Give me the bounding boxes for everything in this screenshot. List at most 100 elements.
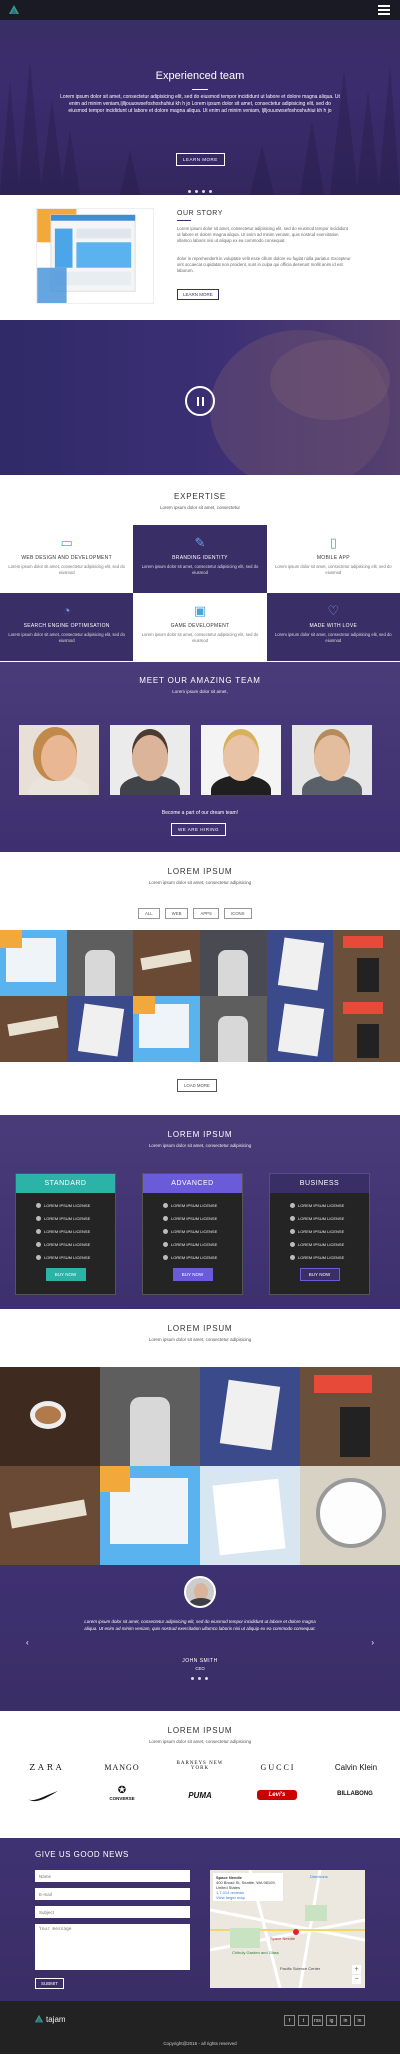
email-field[interactable]: [35, 1888, 190, 1900]
team-section: MEET OUR AMAZING TEAM Lorem ipsum dolor …: [0, 662, 400, 852]
portfolio-tile[interactable]: [266, 930, 334, 996]
team-member-photo[interactable]: [201, 725, 281, 795]
slider-dot[interactable]: [195, 190, 198, 193]
portfolio-tile[interactable]: [199, 996, 267, 1062]
converse-star-icon: ✪: [117, 1785, 127, 1796]
chevron-right-icon[interactable]: ›: [371, 1638, 374, 1647]
brand-logo-barneys: BARNEYS NEW YORK: [176, 1761, 224, 1771]
portfolio-filters: ALL WEB APPS ICONS: [138, 908, 252, 919]
gallery-tile[interactable]: [300, 1367, 400, 1466]
gallery-tile[interactable]: [0, 1367, 100, 1466]
gallery-section: LOREM IPSUM Lorem ipsum dolor sit amet, …: [0, 1309, 400, 1565]
directions-link[interactable]: Directions: [310, 1874, 328, 1879]
message-field[interactable]: [35, 1924, 190, 1970]
portfolio-tile[interactable]: [133, 930, 200, 996]
slider-dot[interactable]: [202, 190, 205, 193]
brand-logo-billabong: BILLABONG: [337, 1791, 373, 1797]
brands-title: LOREM IPSUM: [167, 1726, 233, 1735]
video-section: [0, 320, 400, 475]
gallery-subtitle: Lorem ipsum dolor sit amet, consectetur …: [148, 1337, 252, 1342]
check-icon: [290, 1229, 295, 1234]
expertise-card-title: BRANDING IDENTITY: [172, 555, 228, 561]
filter-icons[interactable]: ICONS: [223, 908, 252, 919]
team-member-photo[interactable]: [110, 725, 190, 795]
portfolio-grid: [0, 930, 400, 1062]
gallery-tile[interactable]: [200, 1367, 300, 1466]
portfolio-tile[interactable]: [266, 996, 334, 1062]
pricing-title: LOREM IPSUM: [167, 1130, 233, 1139]
brand-logo-puma: PUMA: [188, 1791, 212, 1800]
menu-icon[interactable]: [378, 5, 390, 15]
brand-logo-gucci: GUCCI: [260, 1763, 296, 1772]
instagram-icon[interactable]: ig: [326, 2015, 337, 2026]
pricing-section: LOREM IPSUM Lorem ipsum dolor sit amet, …: [0, 1115, 400, 1309]
portfolio-tile[interactable]: [66, 996, 134, 1062]
team-member-photo[interactable]: [19, 725, 99, 795]
name-field[interactable]: [35, 1870, 190, 1882]
load-more-button[interactable]: LOAD MORE: [177, 1079, 217, 1092]
buy-now-button[interactable]: BUY NOW: [299, 1268, 340, 1281]
story-learn-more-button[interactable]: LEARN MORE: [177, 289, 219, 300]
phone-icon: ▯: [329, 535, 337, 550]
facebook-icon[interactable]: f: [284, 2015, 295, 2026]
expertise-section: EXPERTISE Lorem ipsum dolor sit amet, co…: [0, 475, 400, 662]
linkedin-icon[interactable]: in: [354, 2015, 365, 2026]
twitter-icon[interactable]: t: [298, 2015, 309, 2026]
slider-dot[interactable]: [188, 190, 191, 193]
portfolio-tile[interactable]: [199, 930, 267, 996]
pricing-subtitle: Lorem ipsum dolor sit amet, consectetur …: [148, 1143, 252, 1148]
gallery-tile[interactable]: [200, 1466, 300, 1565]
avatar: [184, 1576, 216, 1608]
heart-icon: ♡: [327, 603, 340, 618]
pause-button[interactable]: [185, 386, 215, 416]
chevron-left-icon[interactable]: ‹: [26, 1638, 29, 1647]
portfolio-tile[interactable]: [333, 996, 400, 1062]
view-larger-map-link[interactable]: View larger map: [216, 1895, 280, 1900]
zoom-in-button[interactable]: +: [352, 1965, 361, 1974]
subject-field[interactable]: [35, 1906, 190, 1918]
filter-web[interactable]: WEB: [164, 908, 189, 919]
pricing-plan-standard: STANDARD LOREM IPSUM LICENSE LOREM IPSUM…: [15, 1173, 116, 1295]
check-icon: [36, 1216, 41, 1221]
check-icon: [36, 1255, 41, 1260]
filter-all[interactable]: ALL: [138, 908, 160, 919]
footer-brand[interactable]: tajam: [46, 2015, 66, 2024]
check-icon: [163, 1229, 168, 1234]
check-icon: [290, 1216, 295, 1221]
rss-icon[interactable]: rss: [312, 2015, 323, 2026]
submit-button[interactable]: SUBMIT: [35, 1978, 65, 1989]
map[interactable]: Space Needle 400 Broad St, Seattle, WA 9…: [210, 1870, 365, 1988]
gallery-tile[interactable]: [100, 1466, 200, 1565]
filter-apps[interactable]: APPS: [193, 908, 219, 919]
plan-name: BUSINESS: [270, 1174, 369, 1193]
portfolio-tile[interactable]: [66, 930, 134, 996]
plan-feature: LOREM IPSUM LICENSE: [290, 1212, 369, 1225]
zoom-out-button[interactable]: −: [352, 1975, 361, 1984]
slider-dot[interactable]: [205, 1677, 208, 1680]
expertise-card: ▯ MOBILE APP Lorem ipsum dolor sit amet,…: [267, 525, 400, 593]
slider-dot[interactable]: [198, 1677, 201, 1680]
learn-more-button[interactable]: LEARN MORE: [176, 153, 225, 166]
brands-section: LOREM IPSUM Lorem ipsum dolor sit amet, …: [0, 1711, 400, 1838]
linkedin-icon[interactable]: in: [340, 2015, 351, 2026]
portfolio-tile[interactable]: [0, 996, 67, 1062]
plan-feature: LOREM IPSUM LICENSE: [36, 1238, 115, 1251]
expertise-title: EXPERTISE: [174, 492, 226, 501]
portfolio-tile[interactable]: [333, 930, 400, 996]
buy-now-button[interactable]: BUY NOW: [172, 1268, 213, 1281]
portfolio-tile[interactable]: [0, 930, 67, 996]
slider-dot[interactable]: [209, 190, 212, 193]
portfolio-tile[interactable]: [133, 996, 200, 1062]
expertise-card: ▣ GAME DEVELOPMENT Lorem ipsum dolor sit…: [133, 593, 266, 661]
gallery-tile[interactable]: [100, 1367, 200, 1466]
brands-subtitle: Lorem ipsum dolor sit amet, consectetur …: [148, 1739, 252, 1744]
team-member-photo[interactable]: [292, 725, 372, 795]
gallery-tile[interactable]: [300, 1466, 400, 1565]
logo-icon[interactable]: [8, 4, 20, 16]
slider-dot[interactable]: [191, 1677, 194, 1680]
buy-now-button[interactable]: BUY NOW: [45, 1268, 86, 1281]
gallery-tile[interactable]: [0, 1466, 100, 1565]
we-are-hiring-button[interactable]: WE ARE HIRING: [171, 823, 227, 836]
divider: [192, 89, 208, 90]
expertise-subtitle: Lorem ipsum dolor sit amet, consectetur: [159, 505, 241, 510]
